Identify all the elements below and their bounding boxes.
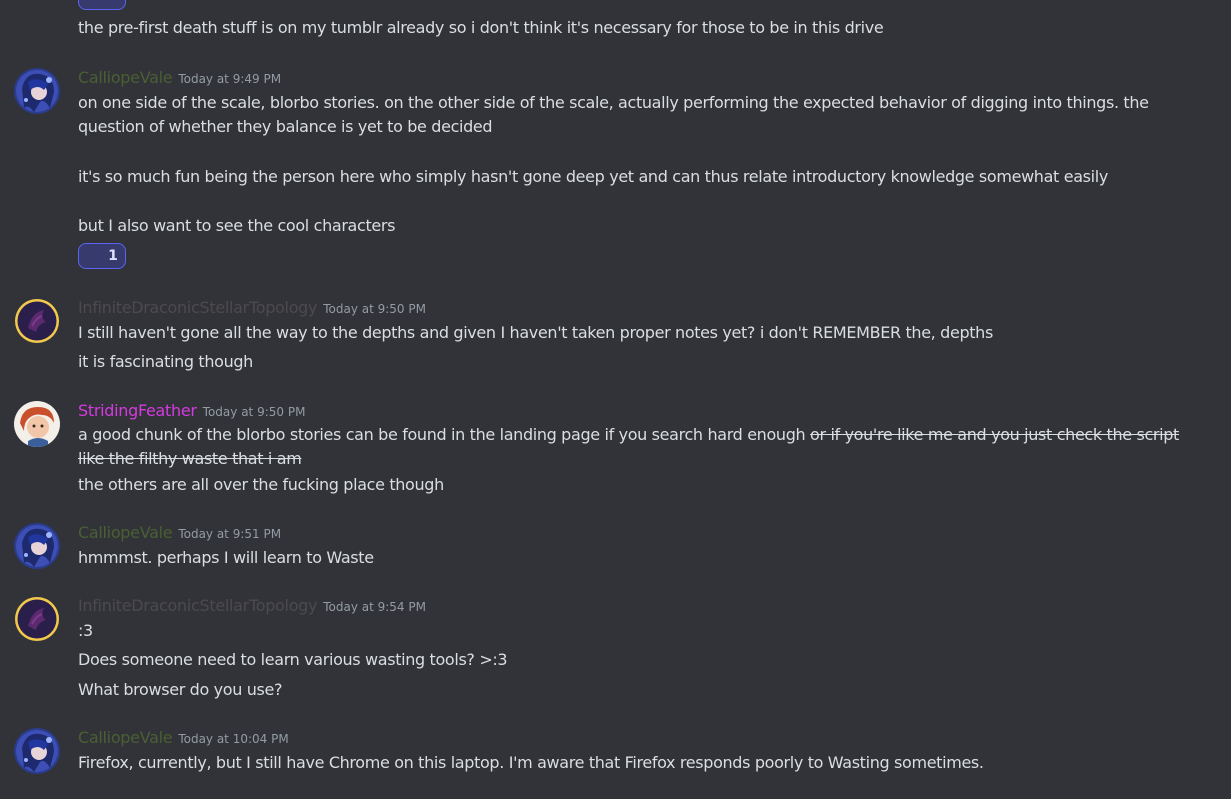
timestamp: Today at 9:50 PM	[323, 302, 426, 316]
message-text-plain: a good chunk of the blorbo stories can b…	[78, 425, 811, 444]
timestamp: Today at 10:04 PM	[178, 732, 289, 746]
message-header: CalliopeVale Today at 10:04 PM	[78, 727, 289, 749]
reaction-button-top[interactable]	[78, 0, 126, 10]
message-text: but I also want to see the cool characte…	[78, 216, 396, 235]
message-text: it's so much fun being the person here w…	[78, 167, 1108, 186]
message-text: I still haven't gone all the way to the …	[78, 323, 993, 342]
timestamp: Today at 9:54 PM	[323, 600, 426, 614]
message-text: Firefox, currently, but I still have Chr…	[78, 753, 984, 772]
avatar-calliopevale[interactable]	[14, 523, 60, 569]
message-text: the others are all over the fucking plac…	[78, 475, 444, 494]
avatar-calliopevale[interactable]	[14, 728, 60, 774]
timestamp: Today at 9:50 PM	[202, 405, 306, 419]
message-header: InfiniteDraconicStellarTopology Today at …	[78, 595, 426, 617]
chat-message-list: the pre-first death stuff is on my tumbl…	[0, 0, 1231, 799]
message-text: Does someone need to learn various wasti…	[78, 650, 508, 669]
avatar-calliopevale[interactable]	[14, 68, 60, 114]
message-text: :3	[78, 621, 93, 640]
message-text: on one side of the scale, blorbo stories…	[78, 93, 1149, 136]
message-text: What browser do you use?	[78, 680, 283, 699]
author-name[interactable]: StridingFeather	[78, 401, 197, 420]
author-name[interactable]: CalliopeVale	[78, 728, 173, 747]
message-text: hmmmst. perhaps I will learn to Waste	[78, 548, 374, 567]
author-name[interactable]: CalliopeVale	[78, 523, 173, 542]
message-text: the pre-first death stuff is on my tumbl…	[78, 18, 884, 37]
crescent-moon-icon	[86, 249, 100, 263]
message-text: it is fascinating though	[78, 352, 253, 371]
avatar-infinitedraconicstellartopology[interactable]	[14, 596, 60, 642]
timestamp: Today at 9:49 PM	[178, 72, 282, 86]
author-name[interactable]: InfiniteDraconicStellarTopology	[78, 298, 318, 317]
message-header: InfiniteDraconicStellarTopology Today at …	[78, 297, 426, 319]
message-text: a good chunk of the blorbo stories can b…	[78, 423, 1208, 471]
avatar-infinitedraconicstellartopology[interactable]	[14, 298, 60, 344]
avatar-stridingfeather[interactable]	[14, 401, 60, 447]
reaction-button[interactable]: 1	[78, 243, 126, 269]
crescent-moon-icon	[95, 0, 109, 4]
reaction-count: 1	[108, 248, 118, 264]
message-header: StridingFeather Today at 9:50 PM	[78, 400, 305, 422]
message-header: CalliopeVale Today at 9:49 PM	[78, 67, 281, 89]
author-name[interactable]: InfiniteDraconicStellarTopology	[78, 596, 318, 615]
message-header: CalliopeVale Today at 9:51 PM	[78, 522, 281, 544]
author-name[interactable]: CalliopeVale	[78, 68, 173, 87]
timestamp: Today at 9:51 PM	[178, 527, 282, 541]
